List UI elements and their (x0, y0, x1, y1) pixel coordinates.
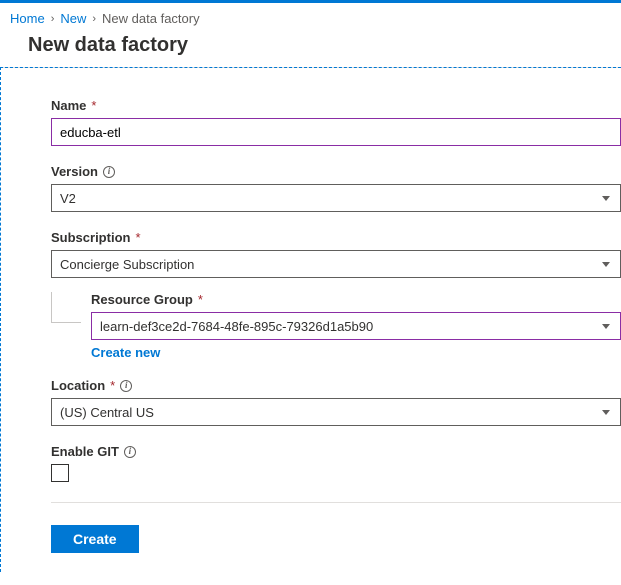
enable-git-checkbox[interactable] (51, 464, 69, 482)
chevron-right-icon: › (51, 13, 55, 25)
required-indicator: * (91, 98, 96, 113)
name-label: Name (51, 98, 86, 113)
required-indicator: * (110, 378, 115, 393)
subscription-label: Subscription (51, 230, 130, 245)
field-location: Location * i (US) Central US (51, 378, 621, 426)
indent-connector (51, 292, 91, 360)
location-value: (US) Central US (60, 405, 154, 420)
breadcrumb-new[interactable]: New (60, 11, 86, 26)
field-enable-git: Enable GIT i (51, 444, 621, 482)
resource-group-value: learn-def3ce2d-7684-48fe-895c-79326d1a5b… (100, 319, 373, 334)
location-label: Location (51, 378, 105, 393)
chevron-down-icon (602, 324, 610, 329)
footer: Create (51, 502, 621, 553)
breadcrumb-current: New data factory (102, 11, 200, 26)
chevron-down-icon (602, 410, 610, 415)
info-icon[interactable]: i (124, 446, 136, 458)
create-new-link[interactable]: Create new (91, 345, 160, 360)
resource-group-select[interactable]: learn-def3ce2d-7684-48fe-895c-79326d1a5b… (91, 312, 621, 340)
create-button[interactable]: Create (51, 525, 139, 553)
required-indicator: * (135, 230, 140, 245)
version-value: V2 (60, 191, 76, 206)
chevron-down-icon (602, 262, 610, 267)
chevron-down-icon (602, 196, 610, 201)
form-region: Name * Version i V2 Subscription * Conci… (0, 67, 621, 572)
field-subscription: Subscription * Concierge Subscription Re… (51, 230, 621, 360)
field-version: Version i V2 (51, 164, 621, 212)
resource-group-label: Resource Group (91, 292, 193, 307)
subscription-select[interactable]: Concierge Subscription (51, 250, 621, 278)
enable-git-label: Enable GIT (51, 444, 119, 459)
required-indicator: * (198, 292, 203, 307)
chevron-right-icon: › (92, 13, 96, 25)
info-icon[interactable]: i (103, 166, 115, 178)
version-select[interactable]: V2 (51, 184, 621, 212)
field-name: Name * (51, 98, 621, 146)
breadcrumb-home[interactable]: Home (10, 11, 45, 26)
name-input[interactable] (51, 118, 621, 146)
version-label: Version (51, 164, 98, 179)
breadcrumb: Home › New › New data factory (0, 3, 621, 32)
page-title: New data factory (0, 32, 621, 68)
subscription-value: Concierge Subscription (60, 257, 194, 272)
resource-group-block: Resource Group * learn-def3ce2d-7684-48f… (51, 292, 621, 360)
info-icon[interactable]: i (120, 380, 132, 392)
location-select[interactable]: (US) Central US (51, 398, 621, 426)
